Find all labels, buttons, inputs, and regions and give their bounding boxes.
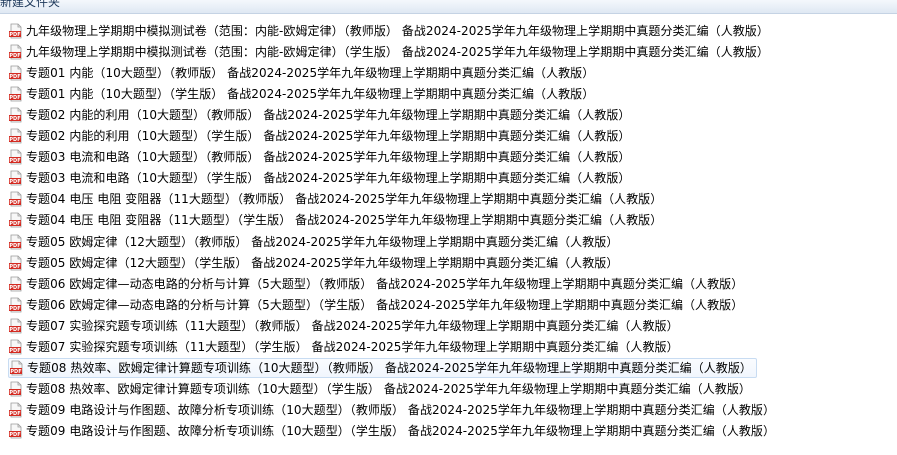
- file-item[interactable]: PDF 专题09 电路设计与作图题、故障分析专项训练（10大题型）（教师版） 备战…: [8, 400, 779, 420]
- file-item[interactable]: PDF 专题03 电流和电路（10大题型）（教师版） 备战2024-2025学年九…: [8, 147, 634, 167]
- pdf-file-icon: PDF: [8, 212, 24, 228]
- file-name: 专题04 电压 电阻 变阻器（11大题型）（教师版） 备战2024-2025学年…: [26, 192, 663, 207]
- file-item[interactable]: PDF 九年级物理上学期期中模拟测试卷（范围：内能-欧姆定律）（学生版） 备战20…: [8, 42, 773, 62]
- file-item[interactable]: PDF 专题07 实验探究题专项训练（11大题型）（教师版） 备战2024-202…: [8, 316, 683, 336]
- file-item[interactable]: PDF 专题05 欧姆定律（12大题型）（教师版） 备战2024-2025学年九年…: [8, 232, 622, 252]
- pdf-file-icon: PDF: [8, 234, 24, 250]
- pdf-file-icon: PDF: [8, 339, 24, 355]
- file-item[interactable]: PDF 九年级物理上学期期中模拟测试卷（范围：内能-欧姆定律）（教师版） 备战20…: [8, 21, 773, 41]
- pdf-file-icon: PDF: [8, 318, 24, 334]
- svg-text:PDF: PDF: [9, 411, 20, 417]
- file-name: 专题01 内能（10大题型）（教师版） 备战2024-2025学年九年级物理上学…: [26, 66, 595, 81]
- pdf-file-icon: PDF: [8, 107, 24, 123]
- file-item[interactable]: PDF 专题06 欧姆定律—动态电路的分析与计算（5大题型）（教师版） 备战202…: [8, 274, 747, 294]
- pdf-file-icon: PDF: [8, 191, 24, 207]
- svg-text:PDF: PDF: [9, 285, 20, 291]
- svg-text:PDF: PDF: [9, 348, 20, 354]
- svg-text:PDF: PDF: [9, 306, 20, 312]
- file-item[interactable]: PDF 专题06 欧姆定律—动态电路的分析与计算（5大题型）（学生版） 备战202…: [8, 295, 747, 315]
- pdf-file-icon: PDF: [8, 381, 24, 397]
- file-item[interactable]: PDF 专题09 电路设计与作图题、故障分析专项训练（10大题型）（学生版） 备战…: [8, 421, 779, 441]
- file-name: 专题09 电路设计与作图题、故障分析专项训练（10大题型）（教师版） 备战202…: [26, 402, 776, 417]
- file-name: 专题05 欧姆定律（12大题型）（学生版） 备战2024-2025学年九年级物理…: [26, 255, 619, 270]
- pdf-file-icon: PDF: [8, 44, 24, 60]
- svg-text:PDF: PDF: [9, 221, 20, 227]
- pdf-file-icon: PDF: [8, 423, 24, 439]
- pdf-file-icon: PDF: [8, 149, 24, 165]
- file-name: 专题01 内能（10大题型）（学生版） 备战2024-2025学年九年级物理上学…: [26, 87, 595, 102]
- file-item[interactable]: PDF 专题02 内能的利用（10大题型）（教师版） 备战2024-2025学年九…: [8, 105, 634, 125]
- file-name: 专题02 内能的利用（10大题型）（教师版） 备战2024-2025学年九年级物…: [26, 108, 631, 123]
- file-name: 九年级物理上学期期中模拟测试卷（范围：内能-欧姆定律）（教师版） 备战2024-…: [26, 24, 769, 38]
- file-item[interactable]: PDF 专题01 内能（10大题型）（学生版） 备战2024-2025学年九年级物…: [8, 84, 598, 104]
- svg-text:PDF: PDF: [9, 74, 20, 80]
- pdf-file-icon: PDF: [8, 255, 24, 271]
- pdf-file-icon: PDF: [8, 297, 24, 313]
- svg-text:PDF: PDF: [9, 95, 20, 101]
- file-name: 专题03 电流和电路（10大题型）（教师版） 备战2024-2025学年九年级物…: [26, 150, 631, 165]
- svg-text:PDF: PDF: [9, 327, 20, 333]
- pdf-file-icon: PDF: [8, 65, 24, 81]
- file-name: 专题06 欧姆定律—动态电路的分析与计算（5大题型）（教师版） 备战2024-2…: [26, 276, 744, 291]
- svg-text:PDF: PDF: [9, 243, 20, 249]
- file-item[interactable]: PDF 专题08 热效率、欧姆定律计算题专项训练（10大题型）（教师版） 备战20…: [8, 357, 757, 378]
- svg-text:PDF: PDF: [9, 53, 20, 59]
- pdf-file-icon: PDF: [8, 23, 24, 39]
- svg-text:PDF: PDF: [9, 137, 20, 143]
- pdf-file-icon: PDF: [9, 360, 25, 376]
- svg-text:PDF: PDF: [9, 432, 20, 438]
- svg-text:PDF: PDF: [9, 264, 20, 270]
- pdf-file-icon: PDF: [8, 86, 24, 102]
- svg-text:PDF: PDF: [10, 369, 21, 375]
- file-name: 专题08 热效率、欧姆定律计算题专项训练（10大题型）（学生版） 备战2024-…: [26, 381, 751, 396]
- file-name: 专题07 实验探究题专项训练（11大题型）（教师版） 备战2024-2025学年…: [26, 318, 679, 333]
- file-name: 九年级物理上学期期中模拟测试卷（范围：内能-欧姆定律）（学生版） 备战2024-…: [26, 45, 769, 60]
- file-item[interactable]: PDF 专题08 热效率、欧姆定律计算题专项训练（10大题型）（学生版） 备战20…: [8, 379, 755, 399]
- svg-text:PDF: PDF: [9, 179, 20, 185]
- file-item[interactable]: PDF 专题02 内能的利用（10大题型）（学生版） 备战2024-2025学年九…: [8, 126, 634, 146]
- file-item[interactable]: PDF 专题05 欧姆定律（12大题型）（学生版） 备战2024-2025学年九年…: [8, 253, 622, 273]
- explorer-toolbar: 新建文件夹: [0, 0, 897, 14]
- new-folder-button[interactable]: 新建文件夹: [0, 0, 60, 10]
- file-name: 专题02 内能的利用（10大题型）（学生版） 备战2024-2025学年九年级物…: [26, 129, 631, 144]
- file-name: 专题04 电压 电阻 变阻器（11大题型）（学生版） 备战2024-2025学年…: [26, 213, 663, 228]
- svg-text:PDF: PDF: [9, 158, 20, 164]
- file-name: 专题07 实验探究题专项训练（11大题型）（学生版） 备战2024-2025学年…: [26, 339, 679, 354]
- pdf-file-icon: PDF: [8, 128, 24, 144]
- pdf-file-icon: PDF: [8, 402, 24, 418]
- svg-text:PDF: PDF: [9, 390, 20, 396]
- file-item[interactable]: PDF 专题04 电压 电阻 变阻器（11大题型）（学生版） 备战2024-202…: [8, 210, 666, 230]
- file-item[interactable]: PDF 专题03 电流和电路（10大题型）（学生版） 备战2024-2025学年九…: [8, 168, 634, 188]
- file-item[interactable]: PDF 专题01 内能（10大题型）（教师版） 备战2024-2025学年九年级物…: [8, 63, 598, 83]
- pdf-file-icon: PDF: [8, 276, 24, 292]
- file-name: 专题03 电流和电路（10大题型）（学生版） 备战2024-2025学年九年级物…: [26, 171, 631, 186]
- svg-text:PDF: PDF: [9, 32, 20, 38]
- svg-text:PDF: PDF: [9, 200, 20, 206]
- file-name: 专题09 电路设计与作图题、故障分析专项训练（10大题型）（学生版） 备战202…: [26, 423, 776, 438]
- file-item[interactable]: PDF 专题07 实验探究题专项训练（11大题型）（学生版） 备战2024-202…: [8, 337, 683, 357]
- pdf-file-icon: PDF: [8, 170, 24, 186]
- file-name: 专题06 欧姆定律—动态电路的分析与计算（5大题型）（学生版） 备战2024-2…: [26, 297, 744, 312]
- svg-text:PDF: PDF: [9, 116, 20, 122]
- file-item[interactable]: PDF 专题04 电压 电阻 变阻器（11大题型）（教师版） 备战2024-202…: [8, 189, 666, 209]
- file-name: 专题05 欧姆定律（12大题型）（教师版） 备战2024-2025学年九年级物理…: [26, 234, 619, 249]
- file-name: 专题08 热效率、欧姆定律计算题专项训练（10大题型）（教师版） 备战2024-…: [27, 360, 752, 375]
